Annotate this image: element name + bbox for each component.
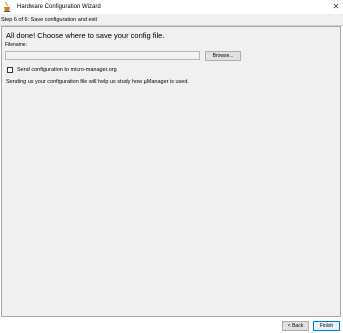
footer: < Back Finish bbox=[0, 317, 343, 333]
browse-button[interactable]: Browse... bbox=[205, 51, 241, 61]
wizard-content-panel: All done! Choose where to save your conf… bbox=[1, 26, 341, 317]
info-text: Sending us your configuration file will … bbox=[6, 79, 189, 85]
step-bar: Step 6 of 6: Save configuration and exit bbox=[0, 14, 343, 26]
back-button[interactable]: < Back bbox=[282, 321, 309, 331]
title-bar: Hardware Configuration Wizard ✕ bbox=[0, 0, 343, 14]
java-coffee-cup-icon bbox=[4, 2, 10, 12]
close-icon[interactable]: ✕ bbox=[329, 0, 343, 14]
filename-input[interactable] bbox=[5, 51, 200, 60]
page-heading: All done! Choose where to save your conf… bbox=[6, 31, 165, 40]
send-config-label[interactable]: Send configuration to micro-manager.org bbox=[17, 66, 117, 74]
window-title: Hardware Configuration Wizard bbox=[17, 4, 101, 10]
send-config-checkbox[interactable] bbox=[7, 67, 13, 73]
filename-label: Filename: bbox=[5, 42, 27, 48]
finish-button[interactable]: Finish bbox=[313, 321, 340, 331]
step-label: Step 6 of 6: Save configuration and exit bbox=[1, 17, 98, 23]
